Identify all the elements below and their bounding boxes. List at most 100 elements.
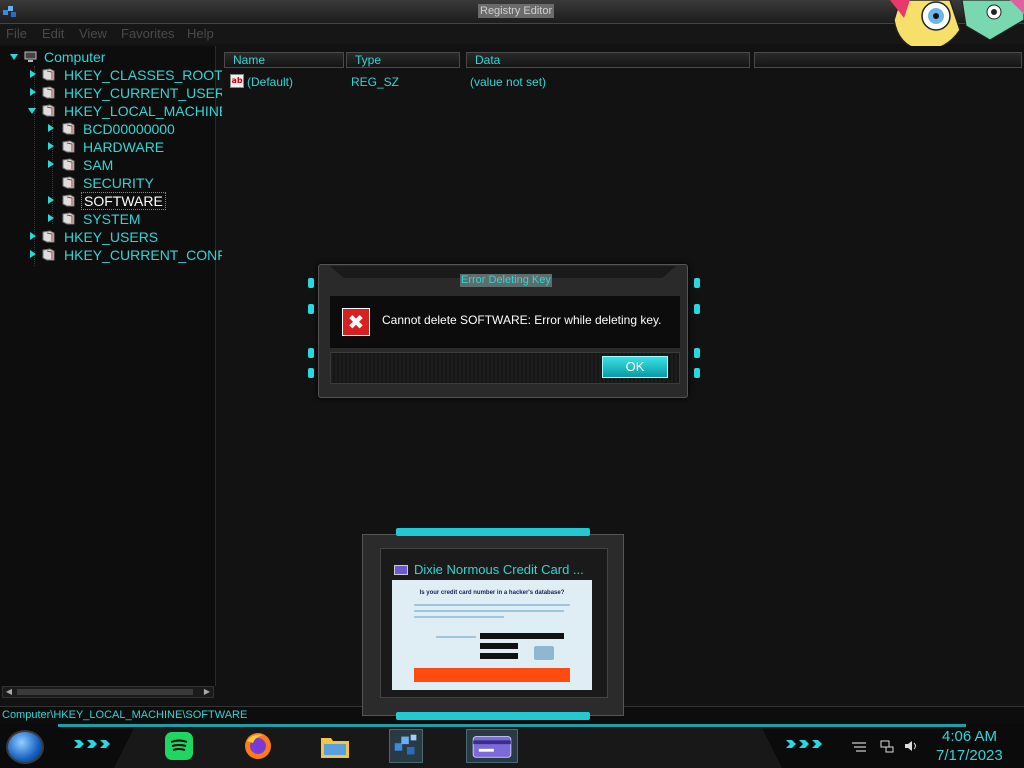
collapsed-chevron-icon[interactable] [46,142,55,151]
ok-button[interactable]: OK [602,356,668,378]
menu-bar: File Edit View Favorites Help [0,24,1024,44]
decorative-accent [694,348,700,358]
collapsed-chevron-icon[interactable] [46,214,55,223]
mascot-character-image [890,0,1024,51]
tree-item-label: HKEY_LOCAL_MACHINE [64,103,229,119]
network-icon[interactable] [880,739,894,753]
expanded-chevron-icon[interactable] [28,106,37,115]
value-type: REG_SZ [351,75,400,89]
spotify-icon[interactable] [162,729,196,763]
computer-icon [24,51,37,62]
scroll-thumb[interactable] [17,689,193,695]
thumbnail-title: Dixie Normous Credit Card ... [414,562,584,577]
registry-folder-icon [62,158,75,171]
tree-item-label: HARDWARE [83,139,165,155]
desktop: Registry Editor File Edit View Favorites… [0,0,1024,768]
menu-edit[interactable]: Edit [42,26,64,41]
card-image [534,646,554,660]
value-name[interactable]: (Default) [247,74,293,90]
tree-item-label: SYSTEM [83,211,141,227]
tree-item-label: HKEY_CURRENT_USER [64,85,226,101]
error-icon: ✖ [342,308,370,336]
registry-tree: Computer HKEY_CLASSES_ROOT HKEY_CURRENT_… [0,46,230,686]
clock-date[interactable]: 7/17/2023 [936,747,1003,764]
registry-folder-icon [62,122,75,135]
value-data: (value not set) [470,75,547,89]
collapsed-chevron-icon[interactable] [28,70,37,79]
registry-folder-icon [42,248,55,261]
menu-help[interactable]: Help [187,26,214,41]
tree-item-label: HKEY_CLASSES_ROOT [64,67,223,83]
thumbnail-page: Is your credit card number in a hacker's… [392,580,592,690]
registry-editor-icon[interactable] [389,729,423,763]
text-line [436,636,476,638]
taskbar-accent-line [58,724,966,727]
decorative-accent [396,528,590,536]
volume-icon[interactable] [904,739,918,753]
decorative-accent [308,348,314,358]
credit-card-app-icon [394,565,408,575]
show-desktop-icon[interactable] [850,739,868,753]
string-value-icon: ab [230,74,244,88]
decorative-accent [74,740,84,748]
collapsed-chevron-icon[interactable] [28,250,37,259]
input-field [480,643,518,649]
decorative-accent [786,740,796,748]
input-field [480,653,518,659]
expanded-chevron-icon[interactable] [10,52,19,61]
tree-horizontal-scrollbar[interactable]: ◀ ▶ [2,686,214,698]
taskbar-plate [114,728,782,768]
current-key-path: Computer\HKEY_LOCAL_MACHINE\SOFTWARE [2,709,248,721]
dialog-body: ✖ Cannot delete SOFTWARE: Error while de… [330,296,680,348]
registry-folder-icon [62,140,75,153]
decorative-accent [308,368,314,378]
menu-view[interactable]: View [79,26,107,41]
decorative-accent [799,740,809,748]
thumbnail-cta-button [414,668,570,682]
column-header-type[interactable]: Type [346,52,460,68]
decorative-accent [694,278,700,288]
registry-folder-icon [62,212,75,225]
decorative-accent [694,304,700,314]
registry-folder-icon [62,176,75,189]
column-header-data[interactable]: Data [466,52,750,68]
firefox-icon[interactable] [241,729,275,763]
file-explorer-icon[interactable] [318,729,352,763]
collapsed-chevron-icon[interactable] [46,124,55,133]
registry-editor-icon [3,6,16,17]
taskbar: 4:06 AM 7/17/2023 [0,724,1024,768]
window-title: Registry Editor [478,4,555,18]
tree-item-label: SECURITY [83,175,154,191]
collapsed-chevron-icon[interactable] [28,88,37,97]
scroll-left-arrow-icon[interactable]: ◀ [3,687,15,697]
decorative-accent [87,740,97,748]
column-header-empty [754,52,1022,68]
start-button[interactable] [6,730,44,764]
tree-item-label: SOFTWARE [81,192,166,210]
menu-file[interactable]: File [6,26,27,41]
tree-item-label: HKEY_CURRENT_CONFI [64,247,230,263]
dialog-message: Cannot delete SOFTWARE: Error while dele… [382,313,662,327]
collapsed-chevron-icon[interactable] [46,196,55,205]
tree-item-label: BCD00000000 [83,121,175,137]
title-bar[interactable]: Registry Editor [0,0,1024,24]
registry-folder-icon [42,86,55,99]
clock-time[interactable]: 4:06 AM [942,728,997,745]
thumbnail-page-heading: Is your credit card number in a hacker's… [419,590,565,596]
taskbar-thumbnail-preview[interactable]: Dixie Normous Credit Card ... Is your cr… [356,528,630,720]
collapsed-chevron-icon[interactable] [46,160,55,169]
decorative-accent [100,740,110,748]
scroll-right-arrow-icon[interactable]: ▶ [201,687,213,697]
dialog-title: Error Deleting Key [460,274,552,287]
input-field [480,633,564,639]
credit-card-app-icon[interactable] [466,729,518,763]
text-line [414,616,504,618]
decorative-accent [308,304,314,314]
column-header-name[interactable]: Name [224,52,344,68]
registry-folder-icon [42,230,55,243]
text-line [414,610,564,612]
menu-favorites[interactable]: Favorites [121,26,174,41]
collapsed-chevron-icon[interactable] [28,232,37,241]
decorative-accent [694,368,700,378]
tree-item-label: Computer [44,49,106,65]
